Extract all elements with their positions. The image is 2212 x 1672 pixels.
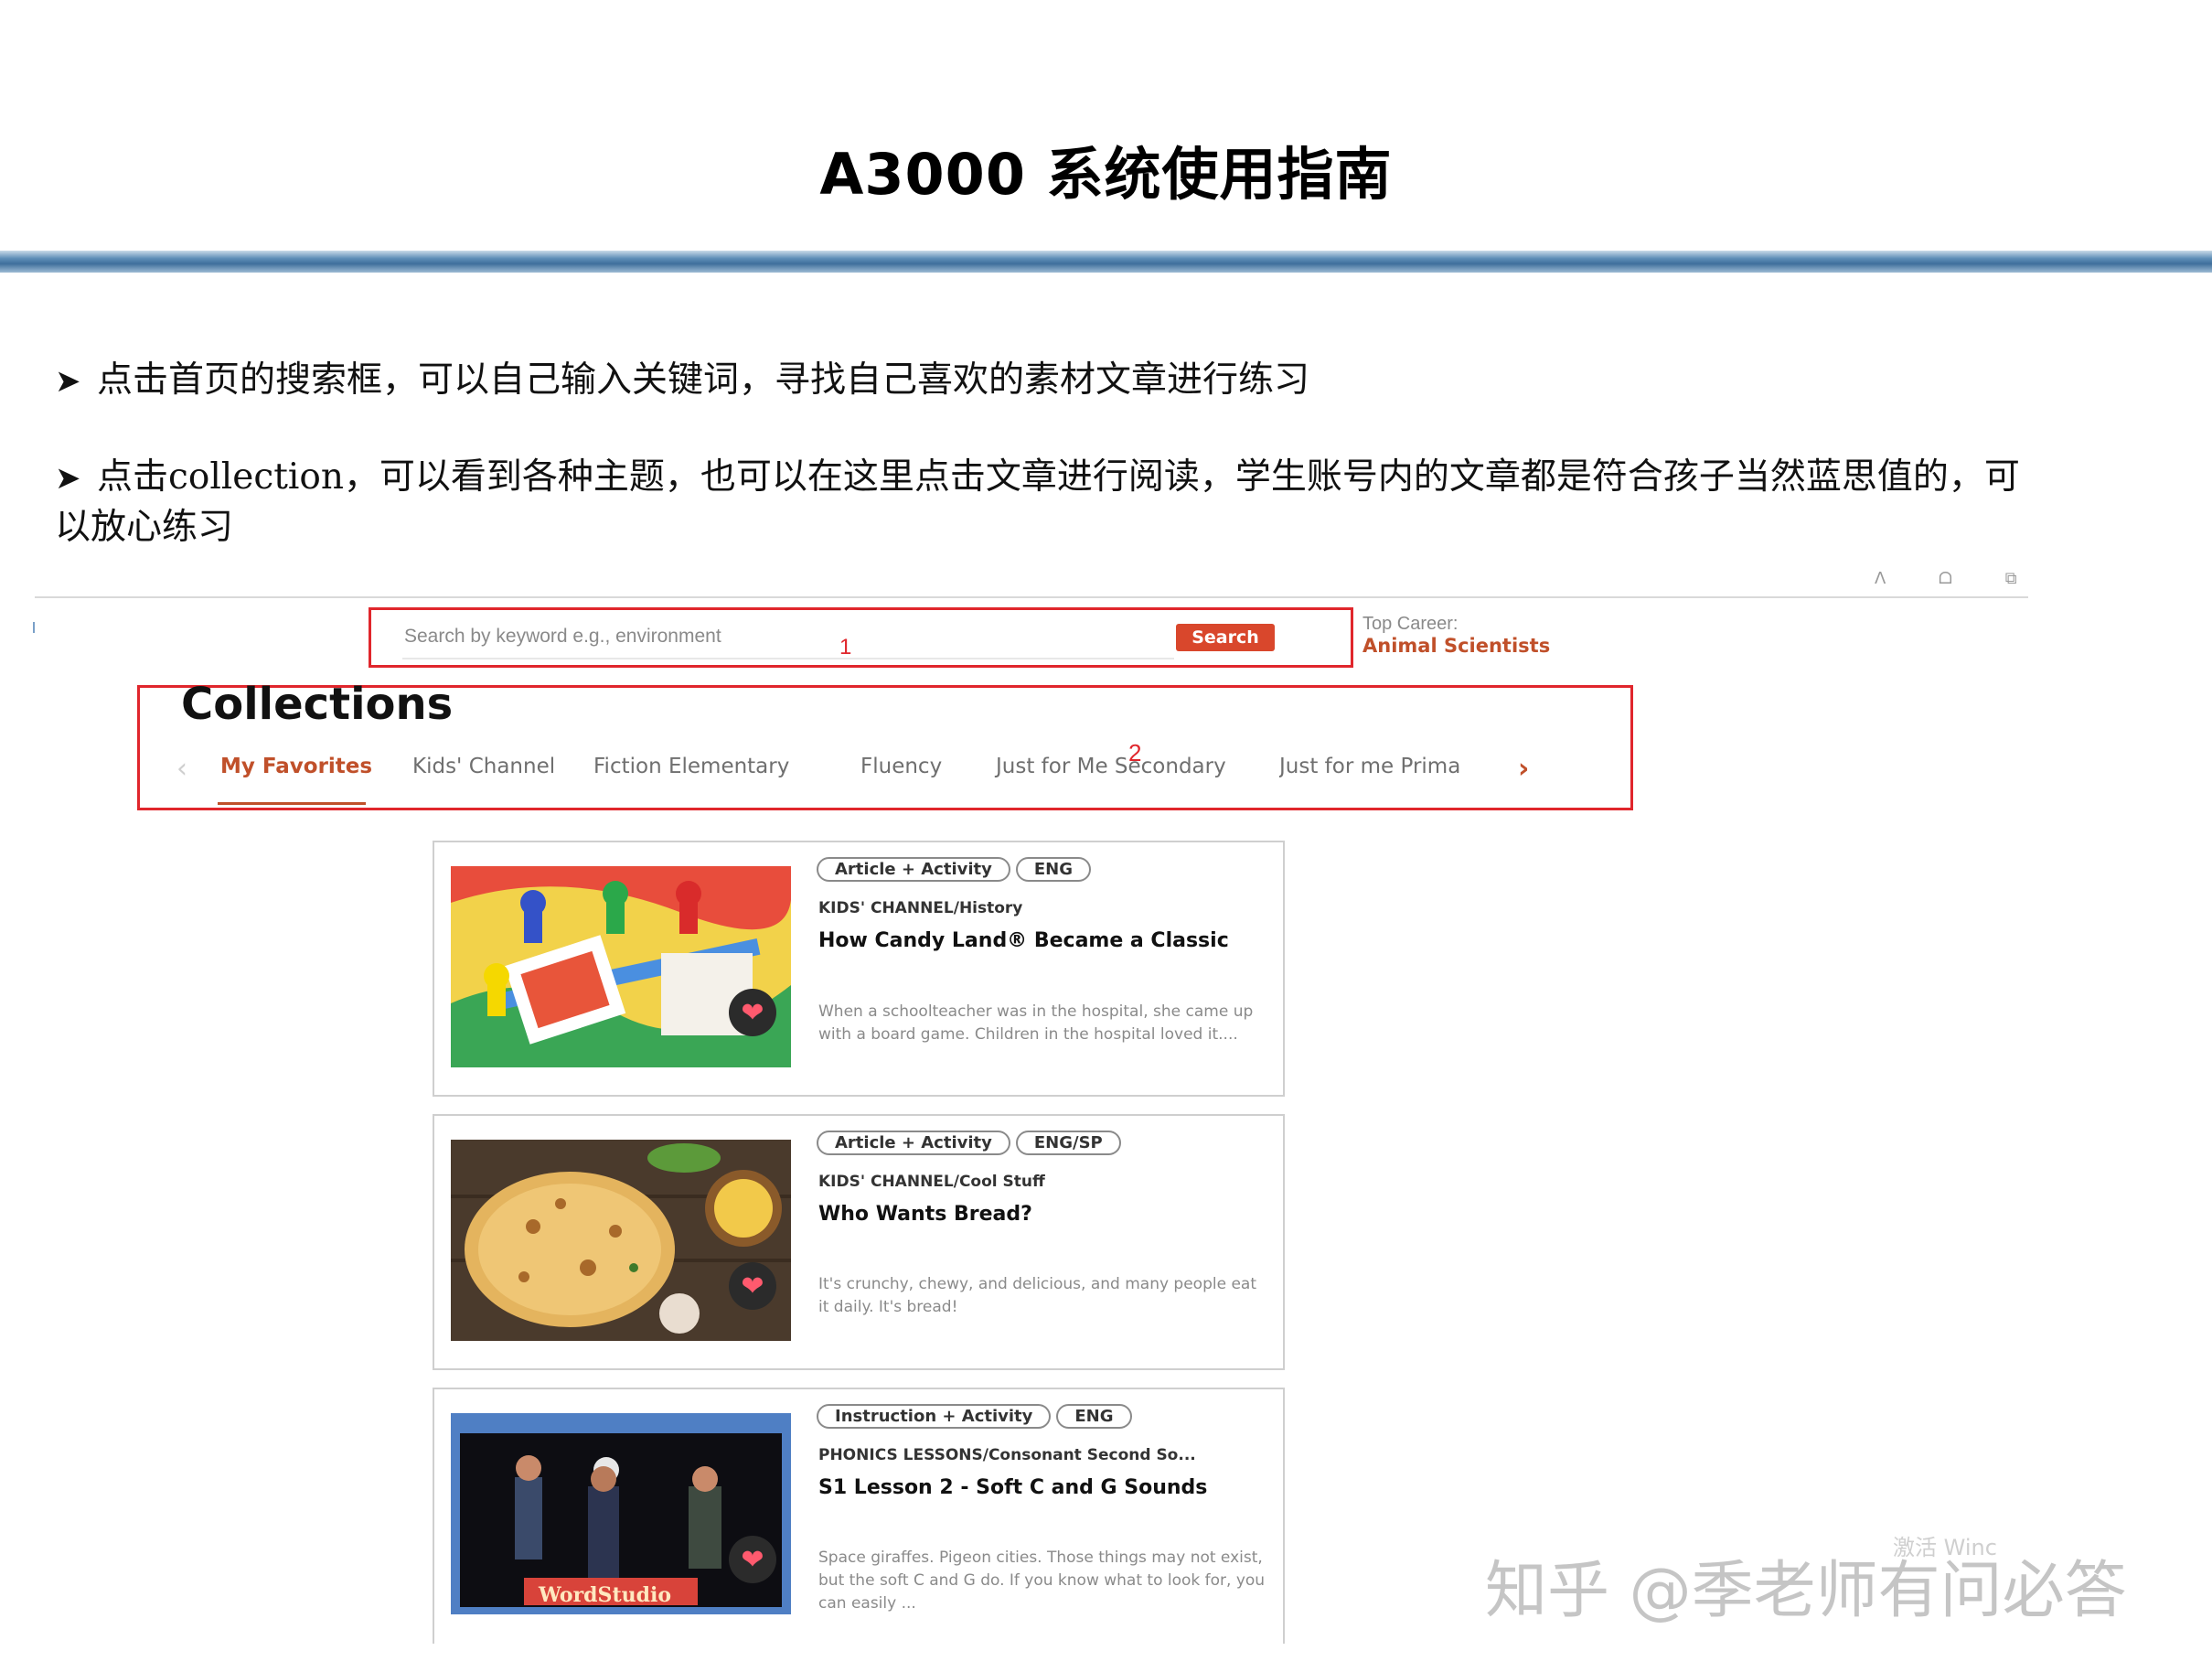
tab-just-for-me-secondary[interactable]: Just for Me Secondary <box>996 755 1226 778</box>
edge-marker <box>33 622 35 633</box>
language-badge: ENG/SP <box>1015 1131 1121 1155</box>
tab-fluency[interactable]: Fluency <box>860 755 942 778</box>
header-band <box>0 251 2212 273</box>
chevron-right-icon[interactable]: › <box>1518 753 1529 785</box>
bread-image <box>451 1140 791 1341</box>
slide-title: A3000 系统使用指南 <box>819 141 1393 208</box>
annotation-marker-1: 1 <box>839 635 852 659</box>
top-career-label: Top Career: <box>1362 614 1459 634</box>
card-category: KIDS' CHANNEL/Cool Stuff <box>818 1173 1045 1191</box>
bullet-2: ➤ 点击collection，可以看到各种主题，也可以在这里点击文章进行阅读，学生… <box>55 453 2021 552</box>
window-controls: ᐱ ᗝ ⧉ <box>1875 569 2041 588</box>
card-description: It's crunchy, chewy, and delicious, and … <box>818 1275 1257 1316</box>
search-button[interactable]: Search <box>1176 624 1275 651</box>
card-badges: Article + Activity ENG <box>817 857 1096 882</box>
heart-icon[interactable]: ❤ <box>729 1262 776 1310</box>
tab-just-for-me-primary[interactable]: Just for me Prima <box>1279 755 1491 778</box>
card-category: KIDS' CHANNEL/History <box>818 899 1023 917</box>
bullet-arrow-icon: ➤ <box>55 363 81 400</box>
card-description: Space giraffes. Pigeon cities. Those thi… <box>818 1549 1266 1613</box>
board-game-image <box>451 866 791 1067</box>
article-card[interactable]: ❤ Article + Activity ENG/SP KIDS' CHANNEL… <box>433 1114 1285 1370</box>
content-type-badge: Article + Activity <box>817 857 1010 882</box>
card-category: PHONICS LESSONS/Consonant Second So... <box>818 1446 1196 1464</box>
card-title[interactable]: How Candy Land® Became a Classic <box>818 925 1276 958</box>
bullet-1: ➤ 点击首页的搜索框，可以自己输入关键词，寻找自己喜欢的素材文章进行练习 <box>55 356 1309 406</box>
tab-kids-channel[interactable]: Kids' Channel <box>412 755 555 778</box>
card-title[interactable]: Who Wants Bread? <box>818 1198 1276 1231</box>
thumbnail-caption: WordStudio <box>539 1583 672 1607</box>
top-career-link[interactable]: Animal Scientists <box>1362 635 1550 657</box>
card-badges: Article + Activity ENG/SP <box>817 1131 1127 1155</box>
search-input[interactable] <box>402 616 1174 659</box>
bullet-arrow-icon: ➤ <box>55 460 81 497</box>
article-thumbnail[interactable]: ❤ <box>451 866 791 1067</box>
article-thumbnail[interactable]: ❤ <box>451 1140 791 1341</box>
content-type-badge: Article + Activity <box>817 1131 1010 1155</box>
collections-title: Collections <box>181 679 454 730</box>
watermark: 知乎 @季老师有问必答 <box>1485 1555 2127 1627</box>
tab-my-favorites[interactable]: My Favorites <box>220 755 372 778</box>
bullet-2-text: 点击collection，可以看到各种主题，也可以在这里点击文章进行阅读，学生账… <box>55 456 2020 548</box>
content-type-badge: Instruction + Activity <box>817 1404 1052 1429</box>
article-card[interactable]: ❤ Article + Activity ENG KIDS' CHANNEL/Hi… <box>433 841 1285 1097</box>
card-title[interactable]: S1 Lesson 2 - Soft C and G Sounds <box>818 1472 1276 1505</box>
screenshot-top-edge <box>35 596 2028 598</box>
article-card[interactable]: WordStudio ❤ Instruction + Activity ENG P… <box>433 1388 1285 1644</box>
heart-icon[interactable]: ❤ <box>729 1536 776 1583</box>
language-badge: ENG <box>1056 1404 1132 1429</box>
bullet-1-text: 点击首页的搜索框，可以自己输入关键词，寻找自己喜欢的素材文章进行练习 <box>97 359 1310 401</box>
card-badges: Instruction + Activity ENG <box>817 1404 1138 1429</box>
heart-icon[interactable]: ❤ <box>729 989 776 1036</box>
article-thumbnail[interactable]: WordStudio ❤ <box>451 1413 791 1614</box>
active-tab-indicator <box>218 802 366 805</box>
language-badge: ENG <box>1015 857 1092 882</box>
tab-fiction-elementary[interactable]: Fiction Elementary <box>593 755 789 778</box>
chevron-left-icon[interactable]: ‹ <box>176 753 187 785</box>
card-description: When a schoolteacher was in the hospital… <box>818 1002 1254 1044</box>
